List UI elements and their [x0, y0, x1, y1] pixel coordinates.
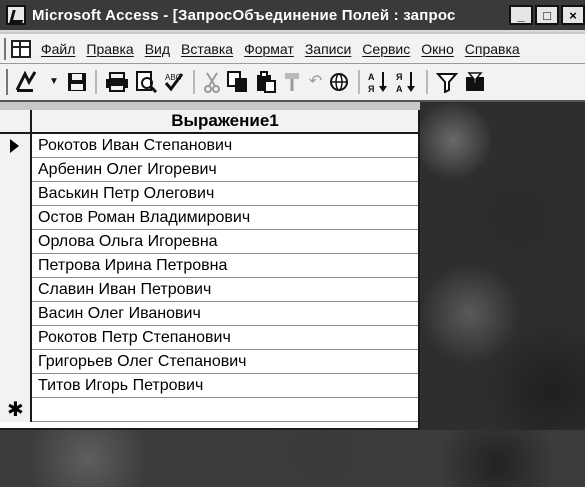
menu-format[interactable]: Формат — [244, 41, 294, 57]
menu-tools[interactable]: Сервис — [362, 41, 410, 57]
table-row[interactable]: Титов Игорь Петрович — [0, 374, 418, 398]
select-all-corner[interactable] — [0, 110, 32, 134]
menu-edit[interactable]: Правка — [86, 41, 133, 57]
format-painter-icon[interactable] — [283, 68, 303, 96]
copy-icon[interactable] — [226, 68, 249, 96]
menu-window[interactable]: Окно — [421, 41, 454, 57]
table-cell[interactable]: Орлова Ольга Игоревна — [38, 230, 218, 254]
table-cell[interactable]: Рокотов Иван Степанович — [38, 134, 232, 158]
new-record-icon: ✱ — [7, 399, 24, 421]
filter-by-form-icon[interactable] — [464, 68, 486, 96]
record-selector[interactable] — [0, 158, 32, 182]
menu-insert[interactable]: Вставка — [181, 41, 233, 57]
new-record-row[interactable]: ✱ — [0, 398, 418, 422]
toolbar-separator — [192, 70, 195, 94]
record-selector[interactable] — [0, 278, 32, 302]
table-row[interactable]: Арбенин Олег Игоревич — [0, 158, 418, 182]
query-datasheet: Выражение1 Рокотов Иван Степанович Арбен… — [0, 110, 420, 430]
datasheet-window-icon[interactable] — [11, 39, 31, 58]
svg-text:А: А — [396, 84, 403, 94]
table-row[interactable]: Рокотов Иван Степанович — [0, 134, 418, 158]
paste-icon[interactable] — [255, 68, 277, 96]
table-cell[interactable]: Григорьев Олег Степанович — [38, 350, 247, 374]
datasheet-rows: Рокотов Иван Степанович Арбенин Олег Иго… — [0, 134, 418, 422]
record-selector[interactable] — [0, 350, 32, 374]
toolbar-separator — [426, 70, 429, 94]
record-selector[interactable] — [0, 326, 32, 350]
table-row[interactable]: Васин Олег Иванович — [0, 302, 418, 326]
table-row[interactable]: Рокотов Петр Степанович — [0, 326, 418, 350]
svg-text:А: А — [368, 72, 375, 82]
menu-records[interactable]: Записи — [305, 41, 351, 57]
spelling-icon[interactable]: ABC — [163, 68, 185, 96]
table-cell[interactable]: Рокотов Петр Степанович — [38, 326, 231, 350]
table-cell[interactable]: Арбенин Олег Игоревич — [38, 158, 217, 182]
table-cell[interactable]: Васькин Петр Олегович — [38, 182, 214, 206]
toolbar-grip[interactable] — [6, 69, 9, 95]
chevron-down-icon[interactable]: ▼ — [49, 68, 59, 96]
save-icon[interactable] — [67, 68, 87, 96]
svg-text:Я: Я — [396, 72, 402, 82]
table-row[interactable]: Орлова Ольга Игоревна — [0, 230, 418, 254]
access-window: Microsoft Access - [ЗапросОбъединение По… — [0, 0, 585, 487]
table-row[interactable]: Славин Иван Петрович — [0, 278, 418, 302]
record-selector[interactable] — [0, 374, 32, 398]
toolbar: ▼ ABC ↶ АЯ Я А — [0, 64, 585, 102]
table-row[interactable]: Остов Роман Владимирович — [0, 206, 418, 230]
close-button[interactable]: × — [561, 5, 585, 25]
table-cell[interactable]: Петрова Ирина Петровна — [38, 254, 227, 278]
record-selector[interactable] — [0, 206, 32, 230]
window-title: Microsoft Access - [ЗапросОбъединение По… — [32, 6, 456, 24]
hyperlink-icon[interactable] — [328, 68, 350, 96]
table-row[interactable]: Григорьев Олег Степанович — [0, 350, 418, 374]
toolbar-separator — [94, 70, 97, 94]
sort-descending-icon[interactable]: ЯА — [396, 68, 418, 96]
design-view-icon[interactable] — [15, 68, 43, 96]
menu-help[interactable]: Справка — [465, 41, 520, 57]
filter-by-selection-icon[interactable] — [436, 68, 459, 96]
toolbar-separator — [358, 70, 361, 94]
table-row[interactable]: Петрова Ирина Петровна — [0, 254, 418, 278]
menu-view[interactable]: Вид — [145, 41, 170, 57]
svg-text:Я: Я — [368, 84, 374, 94]
menu-bar: Файл Правка Вид Вставка Формат Записи Се… — [0, 34, 585, 64]
record-selector[interactable] — [0, 254, 32, 278]
title-bar[interactable]: Microsoft Access - [ЗапросОбъединение По… — [0, 0, 585, 32]
table-cell[interactable]: Васин Олег Иванович — [38, 302, 201, 326]
menu-file[interactable]: Файл — [41, 41, 75, 57]
record-selector[interactable] — [0, 302, 32, 326]
undo-icon[interactable]: ↶ — [309, 68, 322, 96]
record-selector[interactable] — [0, 134, 32, 158]
table-cell[interactable]: Остов Роман Владимирович — [38, 206, 250, 230]
access-app-icon[interactable] — [6, 5, 26, 25]
window-controls: _ □ × — [507, 5, 585, 25]
print-preview-icon[interactable] — [135, 68, 157, 96]
svg-text:ABC: ABC — [165, 73, 182, 82]
column-header-expression1[interactable]: Выражение1 — [32, 110, 418, 134]
cut-icon[interactable] — [203, 68, 221, 96]
record-selector[interactable] — [0, 230, 32, 254]
sort-ascending-icon[interactable]: АЯ — [368, 68, 390, 96]
table-cell[interactable]: Титов Игорь Петрович — [38, 374, 203, 398]
record-selector[interactable] — [0, 182, 32, 206]
table-cell[interactable]: Славин Иван Петрович — [38, 278, 211, 302]
print-icon[interactable] — [105, 68, 129, 96]
record-selector[interactable]: ✱ — [0, 398, 32, 422]
maximize-button[interactable]: □ — [535, 5, 559, 25]
menu-grip[interactable] — [4, 37, 7, 60]
minimize-button[interactable]: _ — [509, 5, 533, 25]
mdi-background-bottom — [0, 430, 585, 487]
table-row[interactable]: Васькин Петр Олегович — [0, 182, 418, 206]
current-record-icon — [10, 139, 19, 153]
